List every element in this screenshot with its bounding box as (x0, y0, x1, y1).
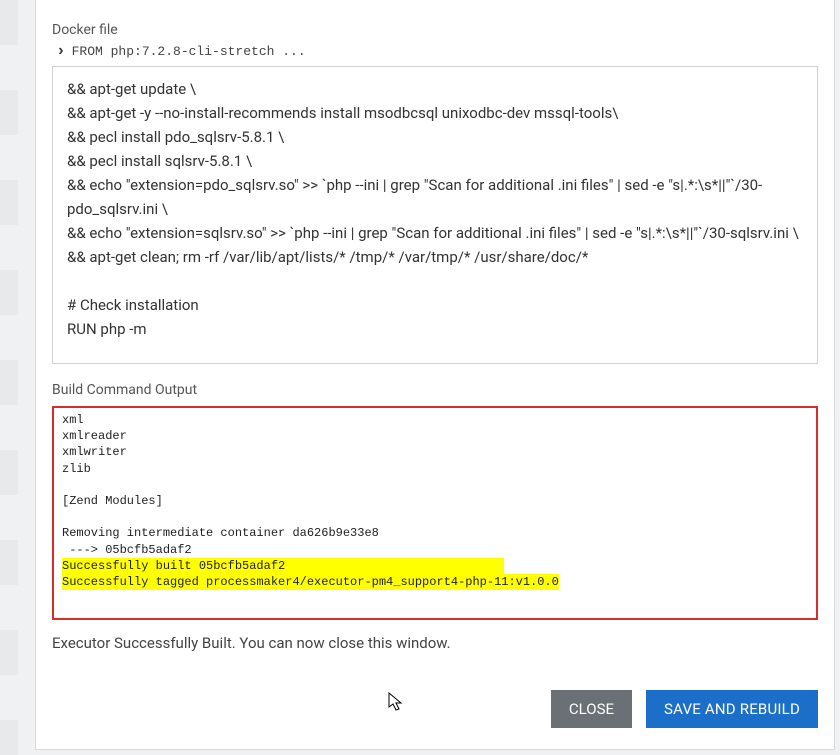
button-row: CLOSE SAVE AND REBUILD (52, 690, 818, 728)
output-line: ---> 05bcfb5adaf2 (62, 542, 808, 558)
modal-dialog: Docker file › FROM php:7.2.8-cli-stretch… (35, 0, 835, 750)
output-line: zlib (62, 461, 808, 477)
close-button[interactable]: CLOSE (551, 690, 632, 728)
status-message: Executor Successfully Built. You can now… (52, 634, 818, 652)
build-output-box[interactable]: xmlxmlreaderxmlwriterzlib [Zend Modules]… (52, 406, 818, 620)
output-line (62, 477, 808, 493)
dockerfile-editor[interactable] (52, 66, 818, 364)
output-line (62, 509, 808, 525)
save-and-rebuild-button[interactable]: SAVE AND REBUILD (646, 690, 818, 728)
dockerfile-from-row[interactable]: › FROM php:7.2.8-cli-stretch ... (52, 42, 818, 60)
background-stripes (0, 0, 18, 755)
chevron-right-icon: › (56, 42, 66, 60)
docker-file-label: Docker file (52, 22, 818, 38)
output-line: [Zend Modules] (62, 493, 808, 509)
build-output-label: Build Command Output (52, 382, 818, 398)
dockerfile-from-text: FROM php:7.2.8-cli-stretch ... (72, 44, 306, 59)
output-line: Successfully tagged processmaker4/execut… (62, 574, 808, 590)
output-line: xml (62, 412, 808, 428)
output-line: xmlwriter (62, 444, 808, 460)
output-line: xmlreader (62, 428, 808, 444)
output-line: Successfully built 05bcfb5adaf2 (62, 558, 808, 574)
output-line: Removing intermediate container da626b9e… (62, 525, 808, 541)
